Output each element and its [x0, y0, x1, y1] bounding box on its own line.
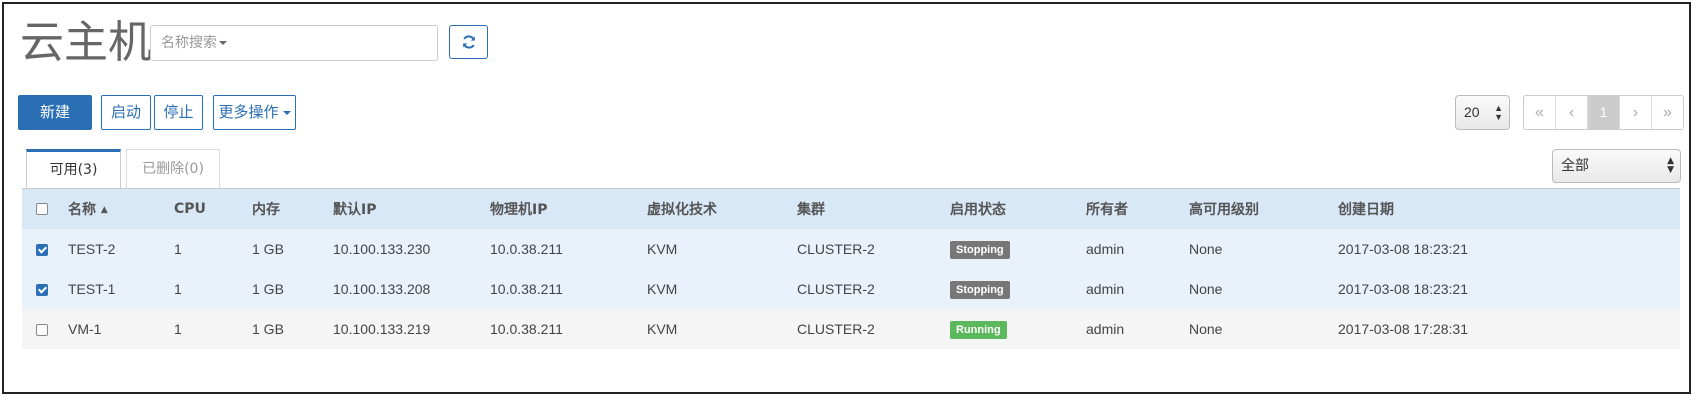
vm-cpu: 1 [174, 241, 182, 257]
start-button[interactable]: 启动 [101, 95, 151, 130]
vm-owner: admin [1086, 321, 1125, 337]
vm-created: 2017-03-08 17:28:31 [1338, 321, 1468, 337]
sort-asc-icon: ▲ [100, 205, 108, 215]
page-title: 云主机 [20, 17, 152, 68]
caret-down-icon [219, 41, 227, 45]
vm-host-ip: 10.0.38.211 [490, 241, 563, 257]
table-row[interactable]: TEST-2 1 1 GB 10.100.133.230 10.0.38.211… [22, 229, 1680, 269]
vm-cpu: 1 [174, 321, 182, 337]
search-input[interactable]: 名称搜索 [150, 25, 438, 61]
select-arrows-icon: ▲ ▼ [1667, 156, 1674, 175]
vm-ha-level: None [1189, 281, 1223, 297]
current-page-button[interactable]: 1 [1587, 96, 1619, 129]
vm-host-ip: 10.0.38.211 [490, 281, 563, 297]
vm-name[interactable]: VM-1 [68, 309, 174, 349]
vm-ha-level: None [1189, 321, 1223, 337]
vm-created: 2017-03-08 18:23:21 [1338, 281, 1468, 297]
vm-name[interactable]: TEST-1 [68, 269, 174, 309]
vm-hypervisor: KVM [647, 281, 678, 297]
vm-owner: admin [1086, 281, 1125, 297]
page-size-select[interactable]: 20 ▲ ▼ [1455, 95, 1510, 130]
status-badge: Stopping [950, 280, 1010, 299]
status-filter-value: 全部 [1561, 158, 1589, 174]
vm-cpu: 1 [174, 281, 182, 297]
status-filter-select[interactable]: 全部 ▲ ▼ [1552, 149, 1681, 183]
vm-cluster: CLUSTER-2 [797, 281, 875, 297]
column-header-cpu[interactable]: CPU [174, 189, 252, 229]
first-page-button[interactable]: « [1524, 96, 1555, 129]
refresh-icon [462, 35, 475, 49]
stop-button[interactable]: 停止 [154, 95, 203, 130]
more-actions-label: 更多操作 [218, 103, 279, 121]
vm-memory: 1 GB [252, 321, 284, 337]
vm-hypervisor: KVM [647, 241, 678, 257]
vm-memory: 1 GB [252, 281, 284, 297]
table-header-row: 名称 ▲ CPU 内存 默认IP 物理机IP 虚拟化技术 集群 启用状态 所有者… [22, 189, 1680, 229]
column-header-owner[interactable]: 所有者 [1086, 189, 1189, 229]
status-badge: Stopping [950, 240, 1010, 259]
page-size-value: 20 [1464, 104, 1480, 120]
search-placeholder: 名称搜索 [161, 35, 217, 51]
app-frame: 云主机 名称搜索 新建 启动 停止 更多操作 20 ▲ ▼ « ‹ 1 › » 可… [2, 2, 1691, 394]
row-checkbox[interactable] [36, 244, 48, 257]
vm-default-ip: 10.100.133.219 [333, 321, 431, 337]
tab-deleted[interactable]: 已删除(0) [126, 149, 220, 189]
vm-default-ip: 10.100.133.208 [333, 281, 431, 297]
column-header-default-ip[interactable]: 默认IP [333, 189, 490, 229]
new-button[interactable]: 新建 [18, 95, 92, 130]
row-checkbox[interactable] [36, 324, 48, 337]
vm-cluster: CLUSTER-2 [797, 241, 875, 257]
select-all-checkbox[interactable] [36, 203, 48, 215]
vm-ha-level: None [1189, 241, 1223, 257]
column-header-name[interactable]: 名称 ▲ [68, 189, 174, 229]
prev-page-button[interactable]: ‹ [1555, 96, 1587, 129]
column-header-hypervisor[interactable]: 虚拟化技术 [647, 189, 797, 229]
more-actions-button[interactable]: 更多操作 [213, 95, 296, 130]
refresh-button[interactable] [449, 25, 488, 59]
column-header-state[interactable]: 启用状态 [950, 189, 1086, 229]
vm-default-ip: 10.100.133.230 [333, 241, 431, 257]
table-row[interactable]: VM-1 1 1 GB 10.100.133.219 10.0.38.211 K… [22, 309, 1680, 349]
caret-down-icon [282, 110, 291, 115]
vm-owner: admin [1086, 241, 1125, 257]
select-arrows-icon: ▲ ▼ [1494, 103, 1503, 122]
vm-hypervisor: KVM [647, 321, 678, 337]
vm-host-ip: 10.0.38.211 [490, 321, 563, 337]
pagination: « ‹ 1 › » [1523, 95, 1684, 130]
next-page-button[interactable]: › [1619, 96, 1651, 129]
vm-cluster: CLUSTER-2 [797, 321, 875, 337]
vm-table: 名称 ▲ CPU 内存 默认IP 物理机IP 虚拟化技术 集群 启用状态 所有者… [22, 189, 1680, 349]
last-page-button[interactable]: » [1651, 96, 1683, 129]
column-header-cluster[interactable]: 集群 [797, 189, 950, 229]
vm-memory: 1 GB [252, 241, 284, 257]
column-header-host-ip[interactable]: 物理机IP [490, 189, 647, 229]
column-header-memory[interactable]: 内存 [252, 189, 333, 229]
tab-available[interactable]: 可用(3) [26, 149, 121, 190]
row-checkbox[interactable] [36, 284, 48, 297]
column-header-ha-level[interactable]: 高可用级别 [1189, 189, 1338, 229]
column-header-created[interactable]: 创建日期 [1338, 189, 1680, 229]
status-badge: Running [950, 320, 1007, 339]
vm-created: 2017-03-08 18:23:21 [1338, 241, 1468, 257]
table-row[interactable]: TEST-1 1 1 GB 10.100.133.208 10.0.38.211… [22, 269, 1680, 309]
vm-name[interactable]: TEST-2 [68, 229, 174, 269]
